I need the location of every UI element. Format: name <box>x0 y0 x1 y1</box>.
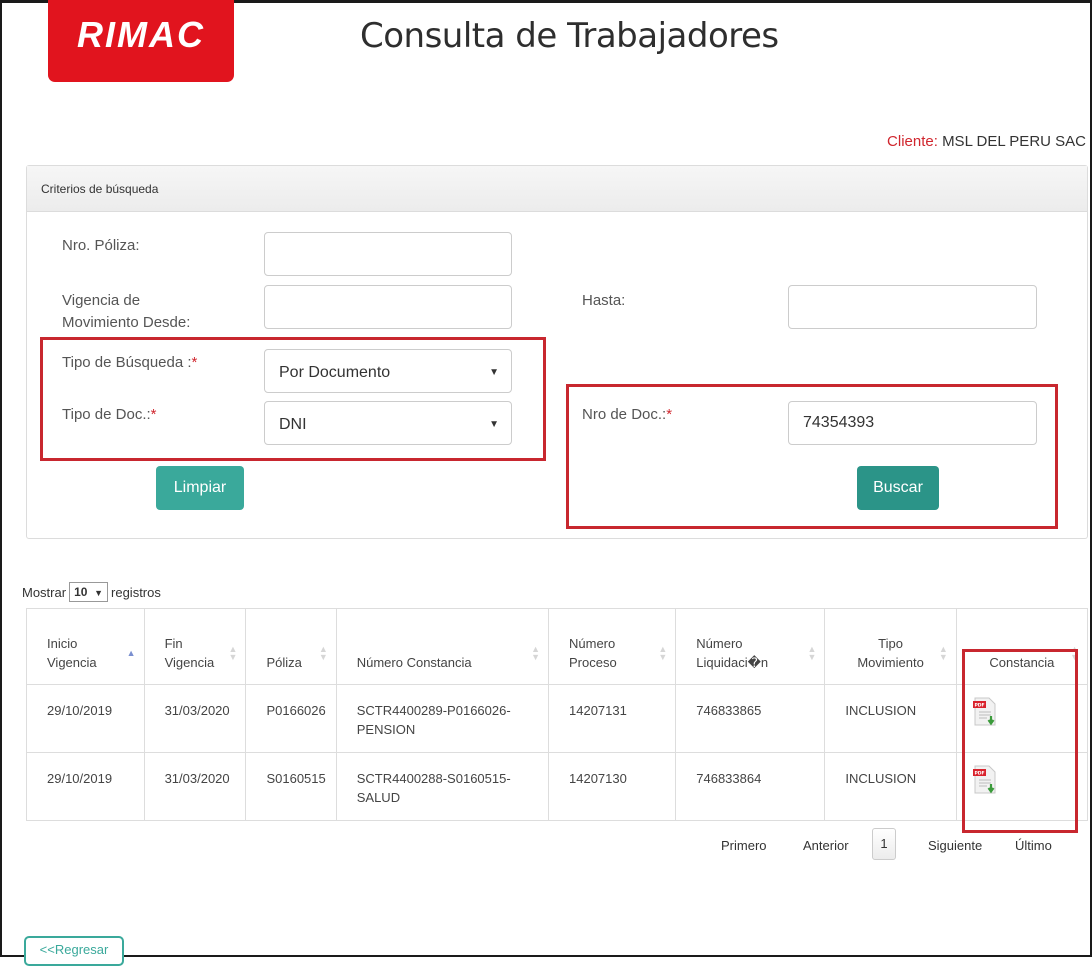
chevron-down-icon: ▼ <box>94 588 104 598</box>
page-length-value: 10 <box>74 585 88 599</box>
highlight-box-search-type <box>40 337 546 461</box>
sort-icon: ▲ ▼ <box>531 644 540 662</box>
cell-liquidacion: 746833865 <box>675 684 826 753</box>
client-name: MSL DEL PERU SAC <box>942 133 1086 150</box>
header-line2: Póliza <box>266 655 302 670</box>
poliza-input[interactable] <box>264 232 512 276</box>
cell-movimiento: INCLUSION <box>824 684 957 753</box>
header-line1: Número <box>569 636 616 651</box>
cell-proceso: 14207130 <box>547 752 677 821</box>
column-header-fin-vigencia[interactable]: Fin Vigencia ▲ ▼ <box>143 608 247 685</box>
sort-asc-icon: ▲ <box>126 648 136 658</box>
page-title: Consulta de Trabajadores <box>360 16 779 56</box>
cell-movimiento: INCLUSION <box>824 752 957 821</box>
header-line2: Vigencia <box>47 655 97 670</box>
sort-icon: ▲ ▼ <box>807 644 817 662</box>
vigencia-desde-input[interactable] <box>264 285 512 329</box>
page-length-select[interactable]: 10 ▼ <box>69 582 109 602</box>
column-header-numero-proceso[interactable]: Número Proceso ▲ ▼ <box>547 608 677 685</box>
header-line2: Número Constancia <box>356 655 472 670</box>
cell-proceso: 14207131 <box>547 684 677 753</box>
highlight-box-constancia <box>962 649 1078 833</box>
cell-inicio: 29/10/2019 <box>26 752 145 821</box>
cell-constancia: SCTR4400289-P0166026- PENSION <box>335 684 550 753</box>
header-line1: Tipo <box>878 636 903 651</box>
back-button[interactable]: <<Regresar <box>24 936 124 966</box>
constancia-line1: SCTR4400288-S0160515- <box>356 771 511 786</box>
sort-icon: ▲ ▼ <box>228 644 238 662</box>
header-line2: Proceso <box>569 655 617 670</box>
column-header-poliza[interactable]: Póliza ▲ ▼ <box>245 608 337 685</box>
vigencia-label-line2: Movimiento Desde: <box>62 314 191 331</box>
column-header-tipo-movimiento[interactable]: Tipo Movimiento ▲ ▼ <box>824 608 957 685</box>
header-line1: Número <box>696 636 743 651</box>
column-header-numero-constancia[interactable]: Número Constancia ▲ ▼ <box>335 608 550 685</box>
sort-icon: ▲ ▼ <box>658 644 668 662</box>
pagination-previous[interactable]: Anterior <box>803 838 849 853</box>
cell-fin: 31/03/2020 <box>143 684 247 753</box>
show-suffix: registros <box>111 584 161 600</box>
page-length-control: Mostrar 10 ▼ registros <box>22 582 161 602</box>
results-table: Inicio Vigencia ▲ Fin Vigencia ▲ ▼ Póliza… <box>26 608 1089 821</box>
vigencia-label-line1: Vigencia de <box>62 292 141 309</box>
cell-fin: 31/03/2020 <box>143 752 247 821</box>
pagination-first[interactable]: Primero <box>721 838 767 853</box>
rimac-logo: RIMAC <box>48 0 234 82</box>
header-line2: Liquidaci�n <box>696 655 769 670</box>
sort-icon: ▲ ▼ <box>938 644 948 662</box>
table-header-row: Inicio Vigencia ▲ Fin Vigencia ▲ ▼ Póliza… <box>26 608 1089 685</box>
header-line2: Movimiento <box>857 655 924 670</box>
cell-liquidacion: 746833864 <box>675 752 826 821</box>
header-line2: Vigencia <box>164 655 215 670</box>
clear-button[interactable]: Limpiar <box>156 466 244 510</box>
cell-poliza: S0160515 <box>245 752 337 821</box>
constancia-line1: SCTR4400289-P0166026- <box>356 703 511 718</box>
vigencia-label: Vigencia de Movimiento Desde: <box>62 290 190 334</box>
column-header-inicio-vigencia[interactable]: Inicio Vigencia ▲ <box>26 608 145 685</box>
table-row: 29/10/2019 31/03/2020 P0166026 SCTR44002… <box>26 684 1089 753</box>
constancia-line2: SALUD <box>356 790 401 805</box>
cell-constancia: SCTR4400288-S0160515- SALUD <box>335 752 550 821</box>
pagination-last[interactable]: Último <box>1015 838 1052 853</box>
highlight-box-doc-number <box>566 384 1058 529</box>
show-prefix: Mostrar <box>22 584 67 600</box>
constancia-line2: PENSION <box>356 722 416 737</box>
cell-poliza: P0166026 <box>245 684 337 753</box>
pagination-page-1[interactable]: 1 <box>872 828 896 860</box>
table-row: 29/10/2019 31/03/2020 S0160515 SCTR44002… <box>26 752 1089 821</box>
cell-inicio: 29/10/2019 <box>26 684 145 753</box>
sort-icon: ▲ ▼ <box>318 644 328 662</box>
hasta-label: Hasta: <box>582 292 626 309</box>
client-info: Cliente: MSL DEL PERU SAC <box>887 133 1086 150</box>
client-label: Cliente: <box>887 133 938 150</box>
header-line1: Fin <box>164 636 183 651</box>
header-line1: Inicio <box>47 636 78 651</box>
panel-heading: Criterios de búsqueda <box>27 166 1087 212</box>
poliza-label: Nro. Póliza: <box>62 237 140 254</box>
hasta-input[interactable] <box>788 285 1037 329</box>
pagination-next[interactable]: Siguiente <box>928 838 982 853</box>
column-header-numero-liquidacion[interactable]: Número Liquidaci�n ▲ ▼ <box>675 608 826 685</box>
